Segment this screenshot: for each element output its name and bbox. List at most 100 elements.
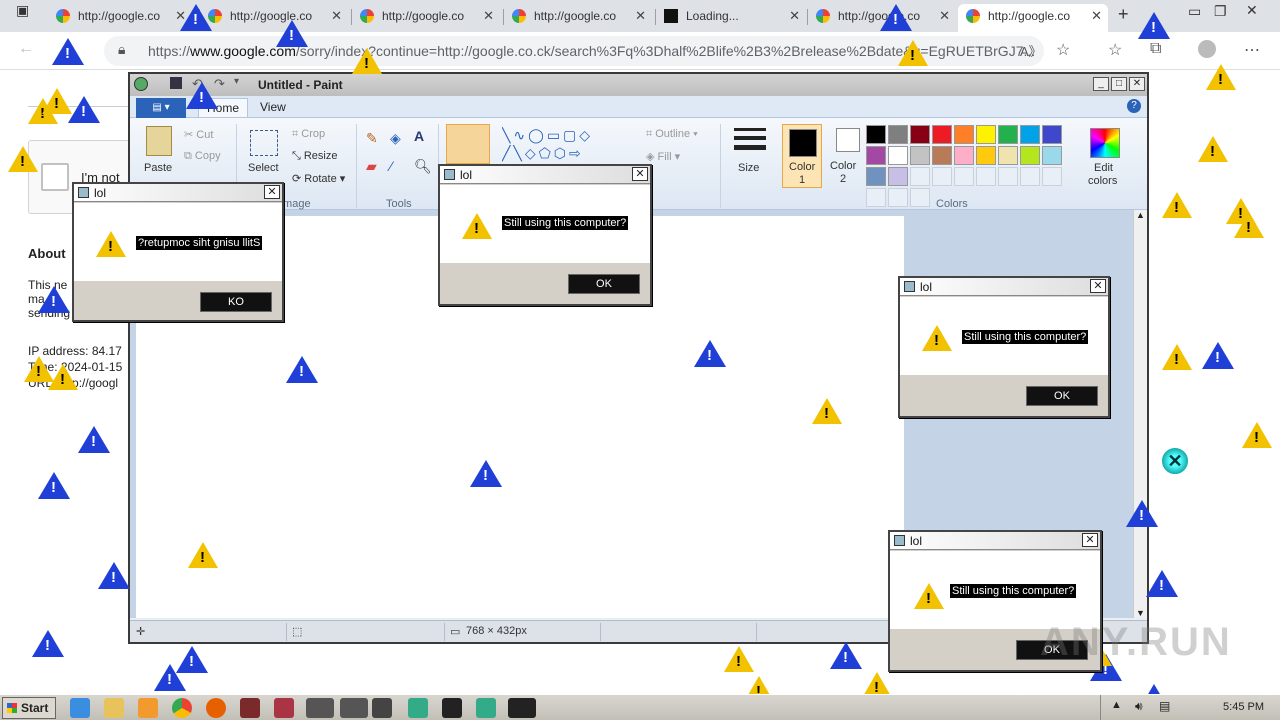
color-picker-icon[interactable]: ⁄: [390, 158, 392, 174]
lock-icon[interactable]: 🔒︎: [118, 41, 125, 58]
tab-actions-icon[interactable]: ▣: [16, 2, 29, 19]
dialog-close-icon[interactable]: ✕: [632, 167, 648, 181]
crop-button[interactable]: ⌗ Crop: [292, 128, 325, 141]
palette-swatch[interactable]: [998, 125, 1018, 144]
dialog-close-icon[interactable]: ✕: [1090, 279, 1106, 293]
paint-titlebar[interactable]: ↶ ↷ ▾ Untitled - Paint _ □ ✕: [130, 74, 1147, 96]
new-tab-icon[interactable]: +: [1118, 4, 1129, 25]
more-menu-icon[interactable]: ⋯: [1244, 40, 1260, 60]
palette-swatch[interactable]: [954, 167, 974, 186]
palette-swatch[interactable]: [932, 146, 952, 165]
firefox-icon[interactable]: [206, 698, 226, 718]
shapes-gallery[interactable]: ╲∿◯▭▢◇ ╱╲◇⬠⬡⇨: [502, 126, 622, 166]
close-tab-icon[interactable]: ✕: [789, 4, 800, 28]
palette-swatch[interactable]: [910, 188, 930, 207]
palette-swatch[interactable]: [954, 146, 974, 165]
palette-swatch[interactable]: [910, 125, 930, 144]
dialog-ok-button[interactable]: OK: [1026, 386, 1098, 406]
restore-icon[interactable]: ❐: [1214, 3, 1227, 20]
close-tab-icon[interactable]: ✕: [1091, 4, 1102, 28]
magnifier-icon[interactable]: 🔍︎: [414, 158, 432, 175]
customize-quick-access-icon[interactable]: ▾: [234, 76, 239, 87]
network-app-icon[interactable]: [476, 698, 496, 718]
browser-tab-2[interactable]: http://google.co ✕: [200, 4, 348, 32]
palette-swatch[interactable]: [1042, 146, 1062, 165]
dialog-titlebar[interactable]: lol ✕: [74, 184, 282, 202]
dialog-titlebar[interactable]: lol ✕: [890, 532, 1100, 550]
dialog-ok-button[interactable]: KO: [200, 292, 272, 312]
palette-swatch[interactable]: [998, 167, 1018, 186]
network-icon[interactable]: ▤: [1159, 699, 1170, 713]
captcha-checkbox[interactable]: [41, 163, 69, 191]
vertical-scrollbar[interactable]: ▲ ▼: [1133, 210, 1147, 618]
palette-swatch[interactable]: [1042, 167, 1062, 186]
palette-swatch[interactable]: [888, 146, 908, 165]
dialog-close-icon[interactable]: ✕: [264, 185, 280, 199]
running-app-icon[interactable]: [306, 698, 334, 718]
eraser-icon[interactable]: ▰: [366, 158, 377, 175]
palette-swatch[interactable]: [954, 125, 974, 144]
minimize-icon[interactable]: ▭: [1188, 3, 1201, 20]
help-icon[interactable]: ?: [1127, 99, 1141, 113]
palette-swatch[interactable]: [888, 188, 908, 207]
palette-swatch[interactable]: [976, 146, 996, 165]
calculator-icon[interactable]: [372, 698, 392, 718]
file-menu-button[interactable]: ▤ ▾: [136, 98, 186, 118]
chrome-icon[interactable]: [172, 698, 192, 718]
paint-minimize-icon[interactable]: _: [1093, 77, 1109, 91]
palette-swatch[interactable]: [866, 146, 886, 165]
paste-button[interactable]: Paste: [144, 162, 172, 174]
palette-swatch[interactable]: [976, 125, 996, 144]
save-icon[interactable]: [170, 77, 182, 89]
volume-icon[interactable]: 🔊︎: [1135, 699, 1143, 714]
browser-tab-3[interactable]: http://google.co ✕: [352, 4, 500, 32]
pencil-icon[interactable]: ✎: [366, 130, 378, 147]
size-icon[interactable]: [734, 128, 766, 155]
copy-button[interactable]: ⧉ Copy: [184, 150, 221, 163]
scroll-up-icon[interactable]: ▲: [1136, 210, 1145, 220]
fill-dropdown[interactable]: ◈ Fill ▾: [646, 150, 680, 163]
fill-bucket-icon[interactable]: ◈: [390, 130, 401, 147]
favorites-icon[interactable]: ☆: [1108, 40, 1122, 60]
resize-button[interactable]: ⤡ Resize: [292, 150, 337, 163]
read-aloud-icon[interactable]: A》: [1020, 41, 1042, 60]
clock[interactable]: 5:45 PM: [1223, 701, 1264, 713]
tab-view[interactable]: View: [260, 100, 286, 114]
dialog-titlebar[interactable]: lol ✕: [440, 166, 650, 184]
start-button[interactable]: Start: [2, 697, 56, 719]
color1-button[interactable]: Color 1: [782, 124, 822, 188]
running-app-icon[interactable]: [340, 698, 368, 718]
paste-icon[interactable]: [146, 126, 172, 156]
app-icon[interactable]: [274, 698, 294, 718]
paint-close-icon[interactable]: ✕: [1129, 77, 1145, 91]
ie-icon[interactable]: [70, 698, 90, 718]
browser-tab-7-active[interactable]: http://google.co ✕: [958, 4, 1108, 32]
back-icon[interactable]: ←: [18, 40, 34, 58]
paint-task-icon[interactable]: [508, 698, 536, 718]
browser-tab-4[interactable]: http://google.co ✕: [504, 4, 652, 32]
palette-swatch[interactable]: [910, 146, 930, 165]
palette-swatch[interactable]: [1020, 125, 1040, 144]
app-icon[interactable]: [240, 698, 260, 718]
palette-swatch[interactable]: [866, 125, 886, 144]
browser-tab-5[interactable]: Loading... ✕: [656, 4, 806, 32]
explorer-icon[interactable]: [104, 698, 124, 718]
close-tab-icon[interactable]: ✕: [331, 4, 342, 28]
select-button[interactable]: Select: [248, 162, 279, 174]
tray-expand-icon[interactable]: ▲: [1111, 699, 1122, 711]
profile-avatar-icon[interactable]: [1198, 40, 1216, 58]
palette-swatch[interactable]: [1042, 125, 1062, 144]
palette-swatch[interactable]: [866, 167, 886, 186]
close-tab-icon[interactable]: ✕: [483, 4, 494, 28]
edit-colors-label[interactable]: Edit: [1094, 162, 1113, 174]
scroll-down-icon[interactable]: ▼: [1136, 608, 1145, 618]
outline-dropdown[interactable]: ⌗ Outline ▾: [646, 128, 698, 141]
palette-swatch[interactable]: [888, 125, 908, 144]
add-favorite-icon[interactable]: ☆: [1056, 40, 1070, 60]
palette-swatch[interactable]: [1020, 167, 1040, 186]
text-tool-icon[interactable]: A: [414, 128, 424, 144]
paint-maximize-icon[interactable]: □: [1111, 77, 1127, 91]
rotate-button[interactable]: ⟳ Rotate ▾: [292, 172, 345, 185]
browser-tab-1[interactable]: http://google.co ✕: [48, 4, 192, 32]
media-player-icon[interactable]: [138, 698, 158, 718]
